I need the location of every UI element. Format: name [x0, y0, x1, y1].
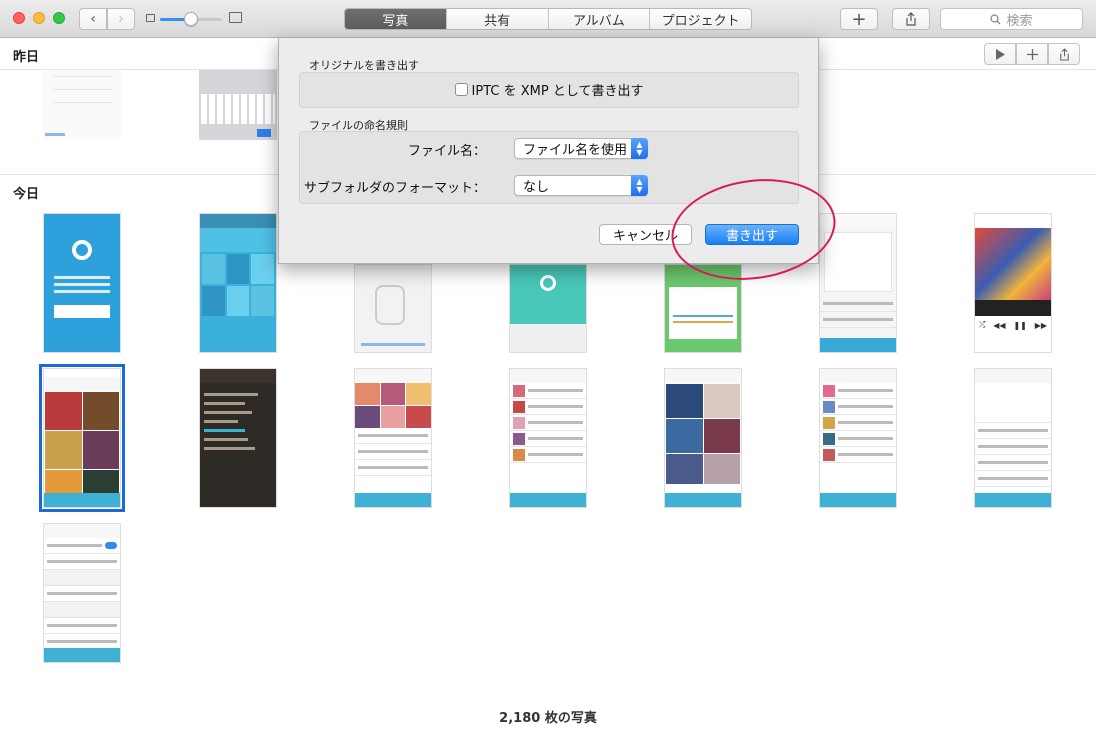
- shuffle-icon: ⤮: [978, 320, 986, 329]
- view-tabs: 写真 共有 アルバム プロジェクト: [344, 8, 752, 30]
- search-placeholder: 検索: [1006, 13, 1033, 29]
- section-title-today: 今日: [13, 187, 40, 202]
- iptc-checkbox[interactable]: [454, 83, 468, 96]
- naming-group: ファイル名： ファイル名を使用 ▲ ▼ サブフォルダのフォーマット： なし ▲ ▼: [299, 131, 799, 204]
- tab-projects[interactable]: プロジェクト: [649, 9, 751, 29]
- zoom-out-icon: [146, 14, 155, 22]
- zoom-in-icon: [229, 12, 242, 23]
- plus-icon: +: [851, 8, 867, 30]
- subfolder-format-popup[interactable]: なし ▲ ▼: [514, 175, 648, 196]
- photo-thumbnail[interactable]: [43, 70, 121, 140]
- maximize-window-button[interactable]: [53, 12, 65, 24]
- share-icon: [1059, 47, 1069, 61]
- tab-photos[interactable]: 写真: [345, 9, 446, 29]
- minimize-window-button[interactable]: [33, 12, 45, 24]
- popup-arrows-icon: ▲ ▼: [631, 175, 648, 196]
- close-window-button[interactable]: [13, 12, 25, 24]
- photo-thumbnail[interactable]: [43, 523, 121, 663]
- section-add-button[interactable]: [1016, 43, 1048, 65]
- photo-thumbnail[interactable]: [664, 264, 742, 353]
- rewind-icon: ◀◀: [993, 320, 1006, 330]
- filename-popup[interactable]: ファイル名を使用 ▲ ▼: [514, 138, 648, 159]
- export-dialog: オリジナルを書き出す IPTC を XMP として書き出す ファイルの命名規則 …: [278, 38, 819, 264]
- zoom-slider-knob[interactable]: [184, 12, 198, 26]
- forward-button[interactable]: ›: [107, 8, 135, 30]
- fast-forward-icon: ▶▶: [1034, 320, 1048, 330]
- search-field[interactable]: 検索: [940, 8, 1083, 30]
- photo-thumbnail[interactable]: [199, 213, 277, 353]
- photo-thumbnail-selected[interactable]: [39, 364, 125, 512]
- pause-icon: ❚❚: [1013, 320, 1027, 330]
- photo-thumbnail[interactable]: [354, 264, 432, 353]
- photo-thumbnail[interactable]: ⤮ ◀◀ ❚❚ ▶▶: [974, 213, 1052, 353]
- search-icon: [990, 13, 1001, 24]
- slideshow-button[interactable]: [984, 43, 1016, 65]
- share-button[interactable]: [892, 8, 930, 30]
- export-button[interactable]: 書き出す: [705, 224, 799, 245]
- photo-thumbnail[interactable]: [199, 368, 277, 508]
- photo-thumbnail[interactable]: [509, 368, 587, 508]
- section-tools: [984, 43, 1080, 65]
- share-icon: [906, 12, 916, 26]
- filename-value: ファイル名を使用: [523, 143, 628, 158]
- cancel-button[interactable]: キャンセル: [599, 224, 692, 245]
- add-button[interactable]: +: [840, 8, 878, 30]
- section-share-button[interactable]: [1048, 43, 1080, 65]
- section-title-yesterday: 昨日: [13, 50, 40, 65]
- photo-thumbnail[interactable]: [664, 368, 742, 508]
- subfolder-format-value: なし: [523, 180, 550, 195]
- photo-count: 2,180 枚の写真: [499, 711, 597, 726]
- photo-thumbnail[interactable]: [819, 368, 897, 508]
- back-button[interactable]: ‹: [79, 8, 107, 30]
- tab-shared[interactable]: 共有: [445, 9, 548, 29]
- toolbar: ‹ › 写真 共有 アルバム プロジェクト + 検索: [0, 0, 1096, 38]
- iptc-checkbox-row[interactable]: IPTC を XMP として書き出す: [300, 80, 798, 99]
- tab-albums[interactable]: アルバム: [547, 9, 650, 29]
- chevron-right-icon: ›: [118, 11, 124, 27]
- photo-thumbnail[interactable]: [509, 264, 587, 353]
- plus-icon: [1026, 48, 1038, 60]
- photo-thumbnail[interactable]: [819, 213, 897, 353]
- popup-arrows-icon: ▲ ▼: [631, 138, 648, 159]
- export-original-group: IPTC を XMP として書き出す: [299, 72, 799, 108]
- photo-thumbnail[interactable]: [43, 213, 121, 353]
- play-icon: [996, 48, 1005, 60]
- chevron-left-icon: ‹: [90, 11, 96, 27]
- photo-thumbnail[interactable]: [199, 70, 277, 140]
- photo-thumbnail[interactable]: [974, 368, 1052, 508]
- iptc-checkbox-label: IPTC を XMP として書き出す: [471, 84, 644, 99]
- subfolder-format-label: サブフォルダのフォーマット：: [303, 181, 486, 196]
- export-original-group-label: オリジナルを書き出す: [309, 59, 419, 72]
- photo-thumbnail[interactable]: [354, 368, 432, 508]
- filename-label: ファイル名：: [407, 144, 486, 159]
